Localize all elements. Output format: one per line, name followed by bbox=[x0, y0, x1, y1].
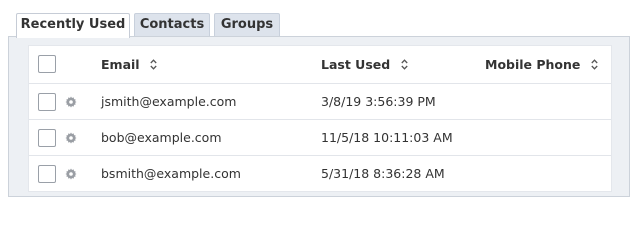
email-cell: bsmith@example.com bbox=[101, 166, 241, 181]
sort-icon bbox=[591, 59, 598, 70]
column-header-mobile-phone[interactable]: Mobile Phone bbox=[485, 57, 598, 72]
sort-icon bbox=[150, 59, 157, 70]
table-row[interactable]: bob@example.com 11/5/18 10:11:03 AM bbox=[29, 120, 611, 156]
last-used-cell: 11/5/18 10:11:03 AM bbox=[321, 130, 453, 145]
column-header-last-used[interactable]: Last Used bbox=[321, 57, 408, 72]
tab-contacts[interactable]: Contacts bbox=[134, 13, 210, 36]
contacts-table: Email Last Used Mobile Phone jsmith@exam… bbox=[28, 45, 612, 192]
email-cell: jsmith@example.com bbox=[101, 94, 237, 109]
column-header-email-label: Email bbox=[101, 57, 140, 72]
row-checkbox[interactable] bbox=[38, 93, 56, 111]
column-header-last-used-label: Last Used bbox=[321, 57, 391, 72]
gear-icon[interactable] bbox=[65, 132, 77, 144]
select-all-checkbox[interactable] bbox=[38, 55, 56, 73]
table-header-row: Email Last Used Mobile Phone bbox=[29, 46, 611, 84]
tab-panel: Email Last Used Mobile Phone jsmith@exam… bbox=[8, 36, 630, 197]
sort-icon bbox=[400, 59, 408, 70]
email-cell: bob@example.com bbox=[101, 130, 222, 145]
column-header-mobile-phone-label: Mobile Phone bbox=[485, 57, 581, 72]
last-used-cell: 3/8/19 3:56:39 PM bbox=[321, 94, 436, 109]
row-checkbox[interactable] bbox=[38, 165, 56, 183]
table-row[interactable]: bsmith@example.com 5/31/18 8:36:28 AM bbox=[29, 156, 611, 192]
gear-icon[interactable] bbox=[65, 96, 77, 108]
column-header-email[interactable]: Email bbox=[101, 57, 157, 72]
gear-icon[interactable] bbox=[65, 168, 77, 180]
last-used-cell: 5/31/18 8:36:28 AM bbox=[321, 166, 445, 181]
tab-bar: Recently Used Contacts Groups bbox=[0, 0, 640, 38]
tab-recently-used[interactable]: Recently Used bbox=[16, 13, 130, 38]
tab-groups[interactable]: Groups bbox=[214, 13, 280, 36]
table-row[interactable]: jsmith@example.com 3/8/19 3:56:39 PM bbox=[29, 84, 611, 120]
row-checkbox[interactable] bbox=[38, 129, 56, 147]
